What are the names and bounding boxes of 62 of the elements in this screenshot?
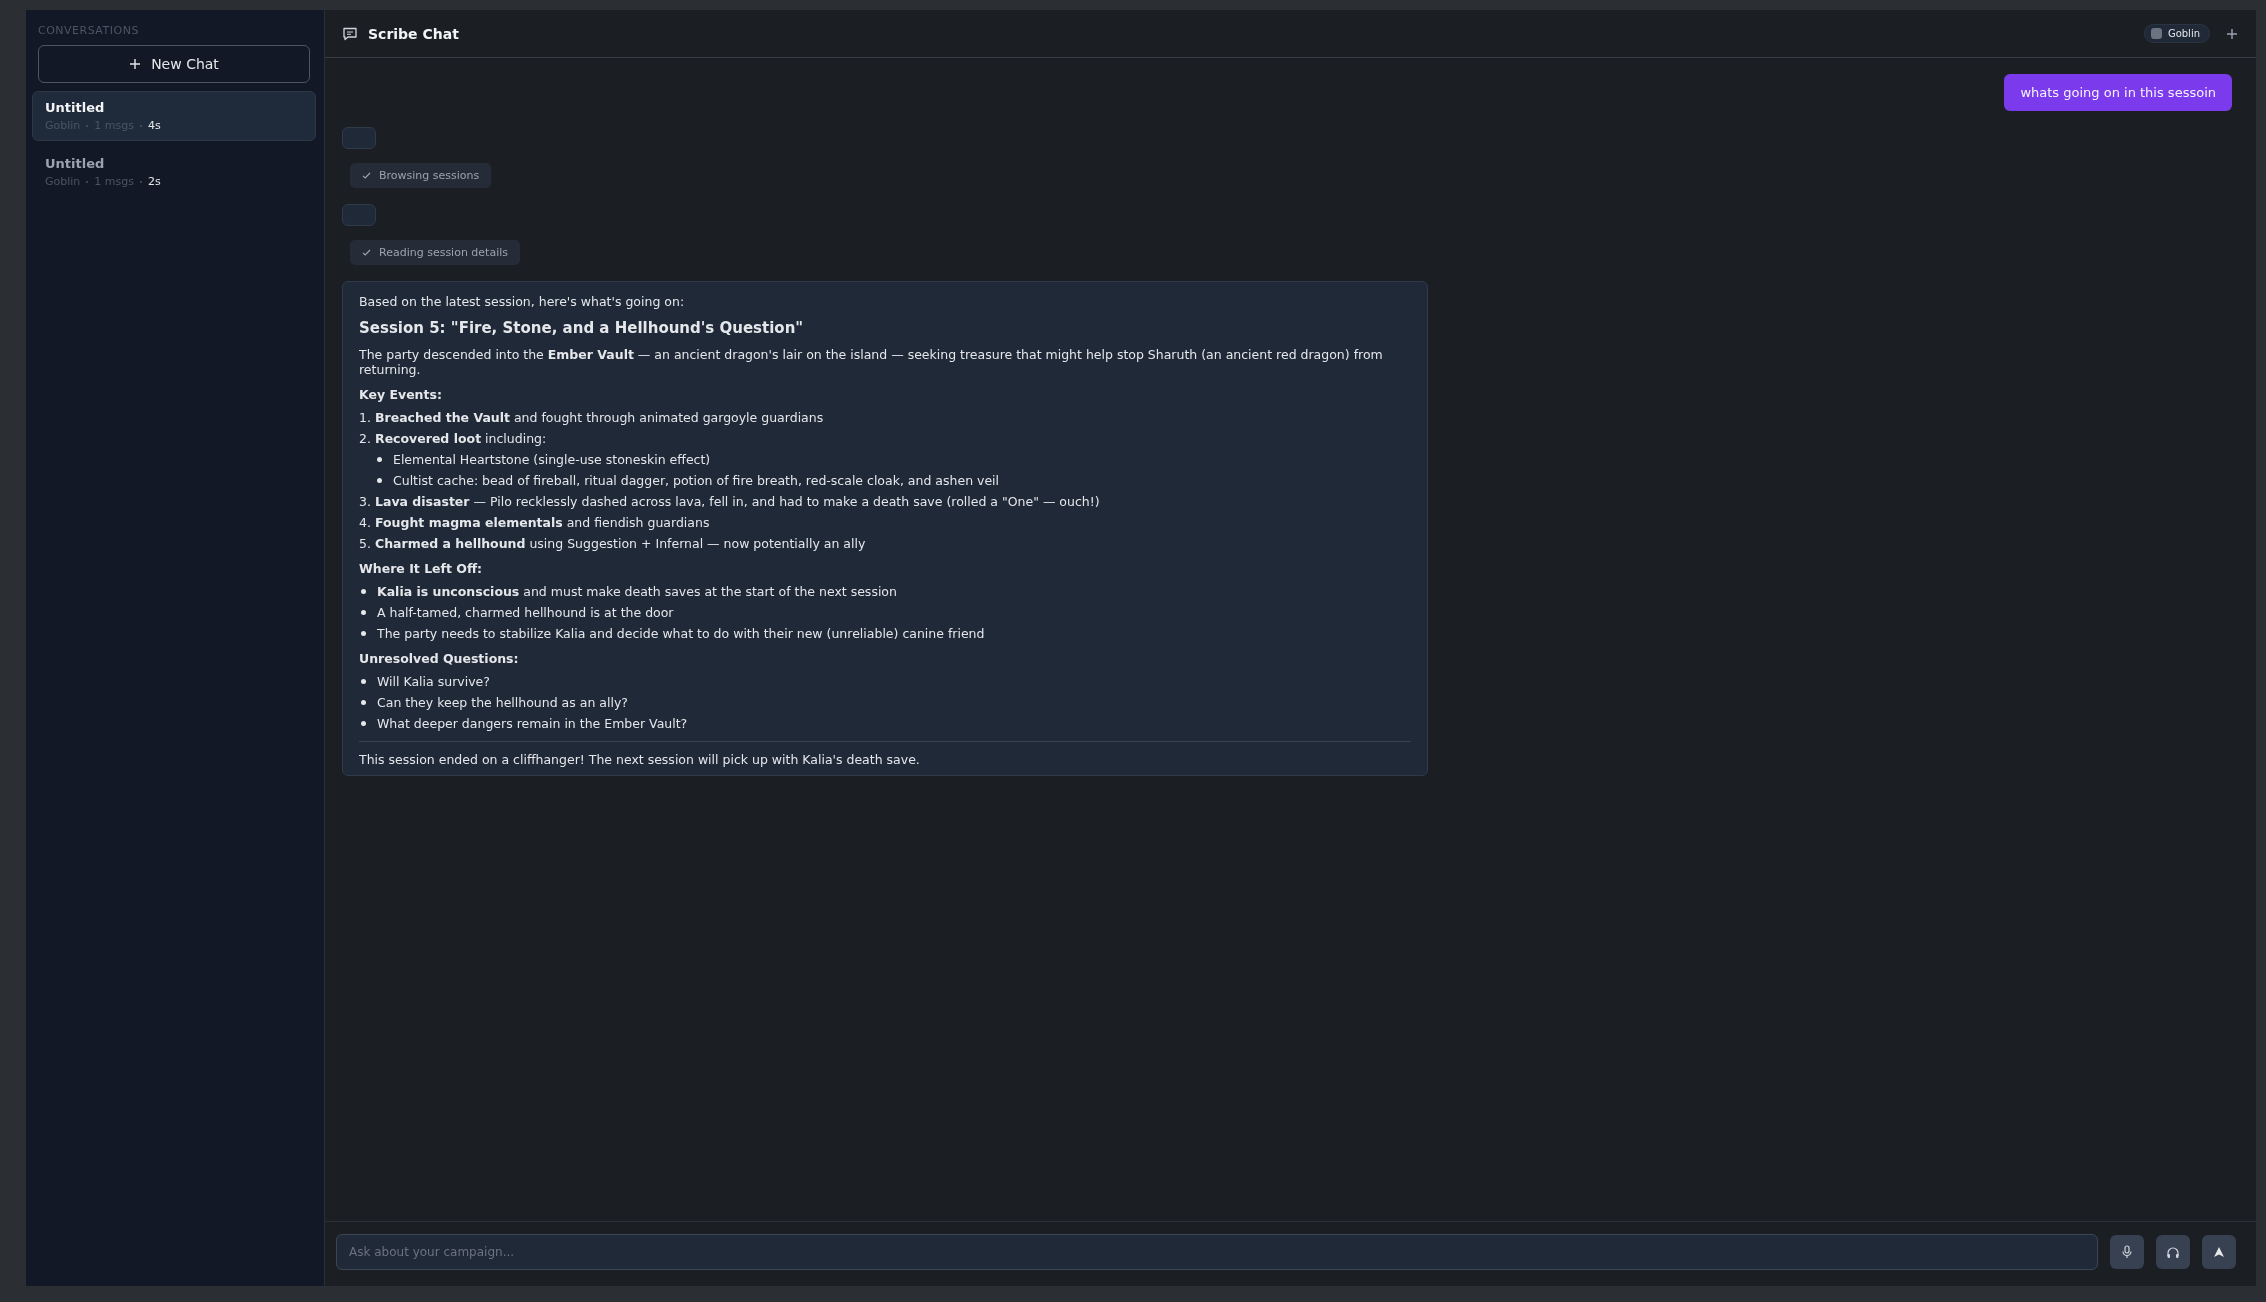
message-footer-text: This session ended on a cliffhanger! The next session will pick up with Kalia's death save. — [359, 741, 1411, 767]
window-title: Scribe Chat — [368, 25, 459, 42]
list-item-text: Breached the Vault and fought through animated gargoyle guardians — [375, 410, 824, 425]
list-item-text: Kalia is unconscious and must make death saves at the start of the next session — [377, 584, 897, 599]
list-item-text: Fought magma elementals and fiendish guardians — [375, 515, 710, 530]
conversation-age: 2s — [148, 175, 161, 188]
check-icon — [362, 248, 371, 257]
tool-status-text: Reading session details — [379, 246, 508, 259]
headphones-icon — [2166, 1245, 2180, 1259]
bullet-icon — [377, 456, 382, 462]
list-item-text: Will Kalia survive? — [377, 674, 490, 689]
headphones-button[interactable] — [2156, 1235, 2190, 1269]
list-number: 2. — [359, 431, 370, 446]
list-number: 5. — [359, 536, 370, 551]
section-heading: Where It Left Off: — [359, 561, 484, 576]
list-item-text: The party needs to stabilize Kalia and decide what to do with their new (unreliable) canine friend — [377, 626, 985, 641]
list-item-text: Charmed a hellhound using Suggestion + Infernal — now potentially an ally — [375, 536, 866, 551]
new-chat-button[interactable]: New Chat — [38, 45, 310, 83]
section-heading: Key Events: — [359, 387, 443, 402]
empty-message-bubble — [342, 204, 376, 226]
plus-icon[interactable] — [2226, 27, 2238, 40]
send-button[interactable] — [2202, 1235, 2236, 1269]
check-icon — [362, 171, 371, 180]
message-heading: Session 5: "Fire, Stone, and a Hellhound's Question" — [359, 319, 805, 337]
section-heading: Unresolved Questions: — [359, 651, 520, 666]
conversation-age: 4s — [148, 119, 161, 132]
conversation-title: Untitled — [45, 156, 106, 171]
bullet-icon — [361, 678, 366, 684]
bullet-icon — [361, 699, 366, 705]
send-icon — [2213, 1246, 2225, 1258]
bullet-icon — [361, 630, 366, 636]
tool-status-text: Browsing sessions — [379, 169, 480, 182]
chat-bubble-icon — [342, 25, 358, 42]
microphone-button[interactable] — [2110, 1235, 2144, 1269]
list-item-text: Cultist cache: bead of fireball, ritual dagger, potion of fire breath, red-scale cloak, and ashen veil — [393, 473, 1000, 488]
list-item-text: What deeper dangers remain in the Ember Vault? — [377, 716, 688, 731]
list-item-text: Can they keep the hellhound as an ally? — [377, 695, 628, 710]
user-message: whats going on in this sessoin — [2004, 74, 2232, 111]
list-number: 1. — [359, 410, 370, 425]
microphone-icon — [2121, 1245, 2133, 1259]
conversation-item[interactable]: Untitled Goblin 1 msgs 2s — [32, 147, 316, 197]
list-item-text: Recovered loot including: — [375, 431, 547, 446]
message-input[interactable]: Ask about your campaign... — [336, 1234, 2098, 1270]
list-item-text: Lava disaster — Pilo recklessly dashed across lava, fell in, and had to make a death save (rolled a "One" — ouch!) — [375, 494, 1100, 509]
list-number: 4. — [359, 515, 370, 530]
list-item-text: A half-tamed, charmed hellhound is at the door — [377, 605, 674, 620]
bullet-icon — [361, 609, 366, 615]
persona-badge[interactable]: Goblin — [2143, 24, 2210, 43]
sidebar-heading: CONVERSATIONS — [37, 24, 140, 39]
bullet-icon — [377, 477, 382, 483]
message-paragraph: The party descended into the Ember Vault — an ancient dragon's lair on the island — seeking treasure that might help stop Sharuth (an ancient red dragon) from returning. — [359, 347, 1384, 377]
list-item-text: Elemental Heartstone (single-use stoneskin effect) — [393, 452, 711, 467]
plus-icon — [129, 58, 142, 70]
conversation-title: Untitled — [45, 100, 106, 115]
persona-name: Goblin — [45, 175, 81, 188]
empty-message-bubble — [342, 127, 376, 149]
bullet-icon — [361, 720, 366, 726]
message-paragraph: Based on the latest session, here's what's going on: — [359, 294, 686, 309]
avatar-icon — [2150, 28, 2162, 39]
bullet-icon — [361, 588, 366, 594]
list-number: 3. — [359, 494, 370, 509]
message-count: 1 msgs — [94, 175, 134, 188]
